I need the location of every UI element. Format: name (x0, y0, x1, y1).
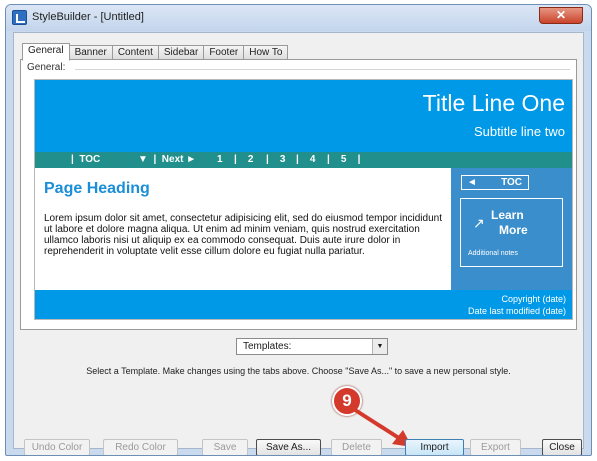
preview-content: Page Heading Lorem ipsum dolor sit amet,… (35, 168, 451, 290)
delete-button[interactable]: Delete (331, 439, 382, 455)
save-as-button[interactable]: Save As... (256, 439, 321, 455)
nav-page-3: | 3 (266, 154, 286, 165)
footer-date-modified: Date last modified (date) (467, 306, 566, 316)
close-button[interactable]: Close (542, 439, 582, 455)
preview-banner: Title Line One Subtitle line two (35, 80, 572, 152)
style-preview: Title Line One Subtitle line two | TOC ▼… (34, 79, 573, 320)
preview-sidebar: ◄ TOC ↗ Learn More Additional notes (451, 168, 572, 290)
nav-page-1: 1 (217, 154, 223, 165)
title-bar: StyleBuilder - [Untitled] ✕ (6, 5, 591, 31)
footer-copyright: Copyright (date) (501, 294, 566, 304)
export-button[interactable]: Export (470, 439, 521, 455)
undo-color-button[interactable]: Undo Color (24, 439, 90, 455)
preview-page-heading: Page Heading (44, 180, 150, 197)
preview-body-text: Lorem ipsum dolor sit amet, consectetur … (44, 213, 442, 257)
arrow-icon: ↗ (473, 215, 485, 231)
preview-nav-bar: | TOC ▼ | Next ► 1 | 2 | 3 | 4 | 5 | (35, 152, 572, 168)
nav-toc: | TOC (71, 154, 101, 165)
nav-next: ▼ | Next ► (138, 154, 197, 165)
dialog-body: General Banner Content Sidebar Footer Ho… (13, 32, 584, 455)
tab-strip: General Banner Content Sidebar Footer Ho… (22, 43, 289, 61)
nav-page-4: | 4 (296, 154, 316, 165)
nav-page-2: | 2 (234, 154, 254, 165)
sidebar-toc-label: TOC (501, 177, 522, 188)
learn-more-box: ↗ Learn More Additional notes (460, 198, 563, 267)
general-tab-panel: General: Title Line One Subtitle line tw… (20, 59, 577, 330)
stylebuilder-window: StyleBuilder - [Untitled] ✕ General Bann… (5, 4, 592, 456)
import-button[interactable]: Import (405, 439, 464, 455)
additional-notes: Additional notes (468, 250, 518, 257)
instruction-text: Select a Template. Make changes using th… (86, 366, 511, 376)
redo-color-button[interactable]: Redo Color (103, 439, 178, 455)
general-group-label: General: (27, 62, 66, 73)
group-divider (75, 69, 570, 70)
preview-footer: Copyright (date) Date last modified (dat… (35, 290, 572, 319)
learn-more-line1: Learn (491, 208, 524, 222)
left-arrow-icon: ◄ (467, 177, 477, 188)
save-button[interactable]: Save (202, 439, 248, 455)
tab-general[interactable]: General (22, 43, 70, 61)
window-close-button[interactable]: ✕ (539, 7, 583, 24)
templates-dropdown[interactable]: Templates: ▼ (236, 338, 388, 355)
chevron-down-icon[interactable]: ▼ (372, 339, 387, 354)
stylebuilder-app-icon (12, 10, 27, 25)
templates-selected-value: Templates: (243, 341, 292, 352)
sidebar-toc-box: ◄ TOC (461, 175, 529, 190)
preview-subtitle: Subtitle line two (473, 124, 565, 139)
button-bar: Undo Color Redo Color Save Save As... De… (14, 439, 583, 455)
learn-more-line2: More (499, 223, 528, 237)
preview-title: Title Line One (422, 90, 565, 116)
nav-page-5: | 5 | (327, 154, 361, 165)
window-title: StyleBuilder - [Untitled] (32, 11, 144, 23)
